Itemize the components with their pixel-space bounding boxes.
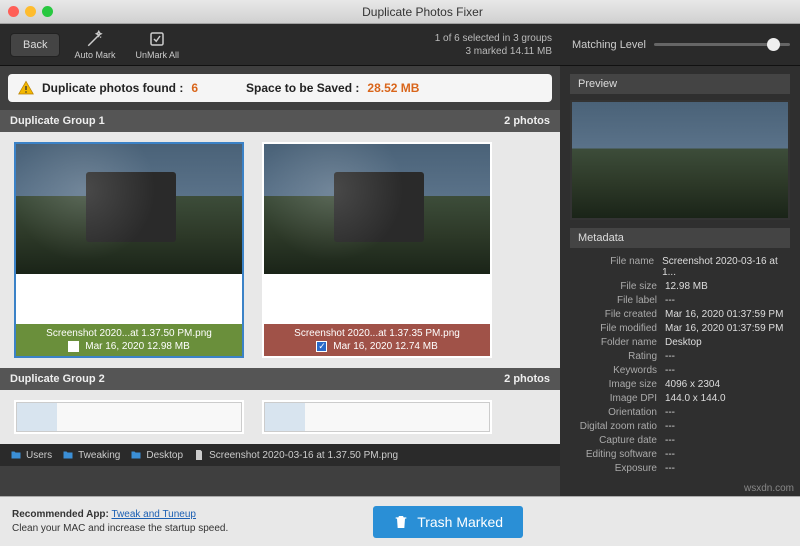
- group-count: 2 photos: [504, 373, 550, 385]
- crumb-file[interactable]: Screenshot 2020-03-16 at 1.37.50 PM.png: [193, 449, 398, 461]
- meta-row: File size12.98 MB: [570, 279, 790, 293]
- recommended-app: Recommended App: Tweak and Tuneup Clean …: [12, 508, 228, 536]
- photo-card-2[interactable]: Screenshot 2020...at 1.37.35 PM.png Mar …: [262, 142, 492, 358]
- crumb-desktop[interactable]: Desktop: [130, 449, 183, 461]
- mark-checkbox[interactable]: [316, 341, 327, 352]
- photo-caption: Screenshot 2020...at 1.37.35 PM.png Mar …: [264, 324, 490, 356]
- crumb-tweaking[interactable]: Tweaking: [62, 449, 120, 461]
- trash-icon: [393, 514, 409, 530]
- group-title: Duplicate Group 2: [10, 373, 105, 385]
- meta-row: File nameScreenshot 2020-03-16 at 1...: [570, 254, 790, 279]
- matching-level: Matching Level: [560, 39, 790, 51]
- group-1-thumbs: Screenshot 2020...at 1.37.50 PM.png Mar …: [0, 132, 560, 368]
- meta-row: Exposure---: [570, 461, 790, 475]
- footer: Recommended App: Tweak and Tuneup Clean …: [0, 496, 800, 546]
- back-button[interactable]: Back: [10, 33, 60, 57]
- details-pane: Preview Metadata File nameScreenshot 202…: [560, 66, 800, 496]
- meta-row: Rating---: [570, 349, 790, 363]
- meta-row: Digital zoom ratio---: [570, 419, 790, 433]
- group-title: Duplicate Group 1: [10, 115, 105, 127]
- matching-level-slider[interactable]: [654, 43, 790, 46]
- photo-card-1[interactable]: Screenshot 2020...at 1.37.50 PM.png Mar …: [14, 142, 244, 358]
- mark-checkbox[interactable]: [68, 341, 79, 352]
- trash-label: Trash Marked: [417, 514, 503, 530]
- unmark-all-label: UnMark All: [135, 50, 179, 60]
- auto-mark-button[interactable]: Auto Mark: [68, 30, 121, 60]
- watermark: wsxdn.com: [744, 483, 794, 494]
- folder-icon: [10, 449, 22, 461]
- photo-filename: Screenshot 2020...at 1.37.35 PM.png: [270, 328, 484, 339]
- rec-subtitle: Clean your MAC and increase the startup …: [12, 523, 228, 534]
- close-icon[interactable]: [8, 6, 19, 17]
- save-value: 28.52 MB: [367, 81, 419, 95]
- wand-icon: [86, 30, 104, 48]
- photo-thumbnail: [16, 144, 242, 274]
- unmark-all-button[interactable]: UnMark All: [129, 30, 185, 60]
- unmark-icon: [148, 30, 166, 48]
- zoom-icon[interactable]: [42, 6, 53, 17]
- found-count: 6: [191, 81, 198, 95]
- photo-filename: Screenshot 2020...at 1.37.50 PM.png: [22, 328, 236, 339]
- titlebar: Duplicate Photos Fixer: [0, 0, 800, 24]
- meta-row: Image size4096 x 2304: [570, 377, 790, 391]
- meta-row: Orientation---: [570, 405, 790, 419]
- crumb-users[interactable]: Users: [10, 449, 52, 461]
- window-title: Duplicate Photos Fixer: [53, 5, 792, 19]
- preview-header: Preview: [570, 74, 790, 94]
- meta-row: Image DPI144.0 x 144.0: [570, 391, 790, 405]
- found-label: Duplicate photos found :: [42, 81, 183, 95]
- folder-icon: [130, 449, 142, 461]
- group-2-header: Duplicate Group 2 2 photos: [0, 368, 560, 390]
- trash-marked-button[interactable]: Trash Marked: [373, 506, 523, 538]
- photo-meta: Mar 16, 2020 12.74 MB: [333, 341, 438, 352]
- matching-level-label: Matching Level: [572, 39, 646, 51]
- status-line-2: 3 marked 14.11 MB: [435, 45, 552, 58]
- metadata-list: File nameScreenshot 2020-03-16 at 1... F…: [570, 254, 790, 475]
- summary-alert: Duplicate photos found : 6 Space to be S…: [8, 74, 552, 102]
- results-pane: Duplicate photos found : 6 Space to be S…: [0, 66, 560, 496]
- warning-icon: [18, 80, 34, 96]
- status-line-1: 1 of 6 selected in 3 groups: [435, 32, 552, 45]
- rec-link[interactable]: Tweak and Tuneup: [111, 509, 196, 520]
- file-icon: [193, 449, 205, 461]
- toolbar: Back Auto Mark UnMark All 1 of 6 selecte…: [0, 24, 800, 66]
- rec-label: Recommended App:: [12, 509, 109, 520]
- group-count: 2 photos: [504, 115, 550, 127]
- group-2-thumbs: [0, 390, 560, 444]
- preview-image: [570, 100, 790, 220]
- auto-mark-label: Auto Mark: [74, 50, 115, 60]
- photo-thumbnail: [264, 144, 490, 274]
- photo-meta: Mar 16, 2020 12.98 MB: [85, 341, 190, 352]
- folder-icon: [62, 449, 74, 461]
- metadata-header: Metadata: [570, 228, 790, 248]
- selection-status: 1 of 6 selected in 3 groups 3 marked 14.…: [435, 32, 552, 58]
- meta-row: Editing software---: [570, 447, 790, 461]
- breadcrumb: Users Tweaking Desktop Screenshot 2020-0…: [0, 444, 560, 466]
- photo-card-3[interactable]: [14, 400, 244, 434]
- group-1-header: Duplicate Group 1 2 photos: [0, 110, 560, 132]
- slider-knob[interactable]: [767, 38, 780, 51]
- meta-row: Folder nameDesktop: [570, 335, 790, 349]
- meta-row: File label---: [570, 293, 790, 307]
- meta-row: Capture date---: [570, 433, 790, 447]
- photo-caption: Screenshot 2020...at 1.37.50 PM.png Mar …: [16, 324, 242, 356]
- minimize-icon[interactable]: [25, 6, 36, 17]
- window-controls: [8, 6, 53, 17]
- save-label: Space to be Saved :: [246, 81, 359, 95]
- photo-card-4[interactable]: [262, 400, 492, 434]
- meta-row: File modifiedMar 16, 2020 01:37:59 PM: [570, 321, 790, 335]
- meta-row: Keywords---: [570, 363, 790, 377]
- meta-row: File createdMar 16, 2020 01:37:59 PM: [570, 307, 790, 321]
